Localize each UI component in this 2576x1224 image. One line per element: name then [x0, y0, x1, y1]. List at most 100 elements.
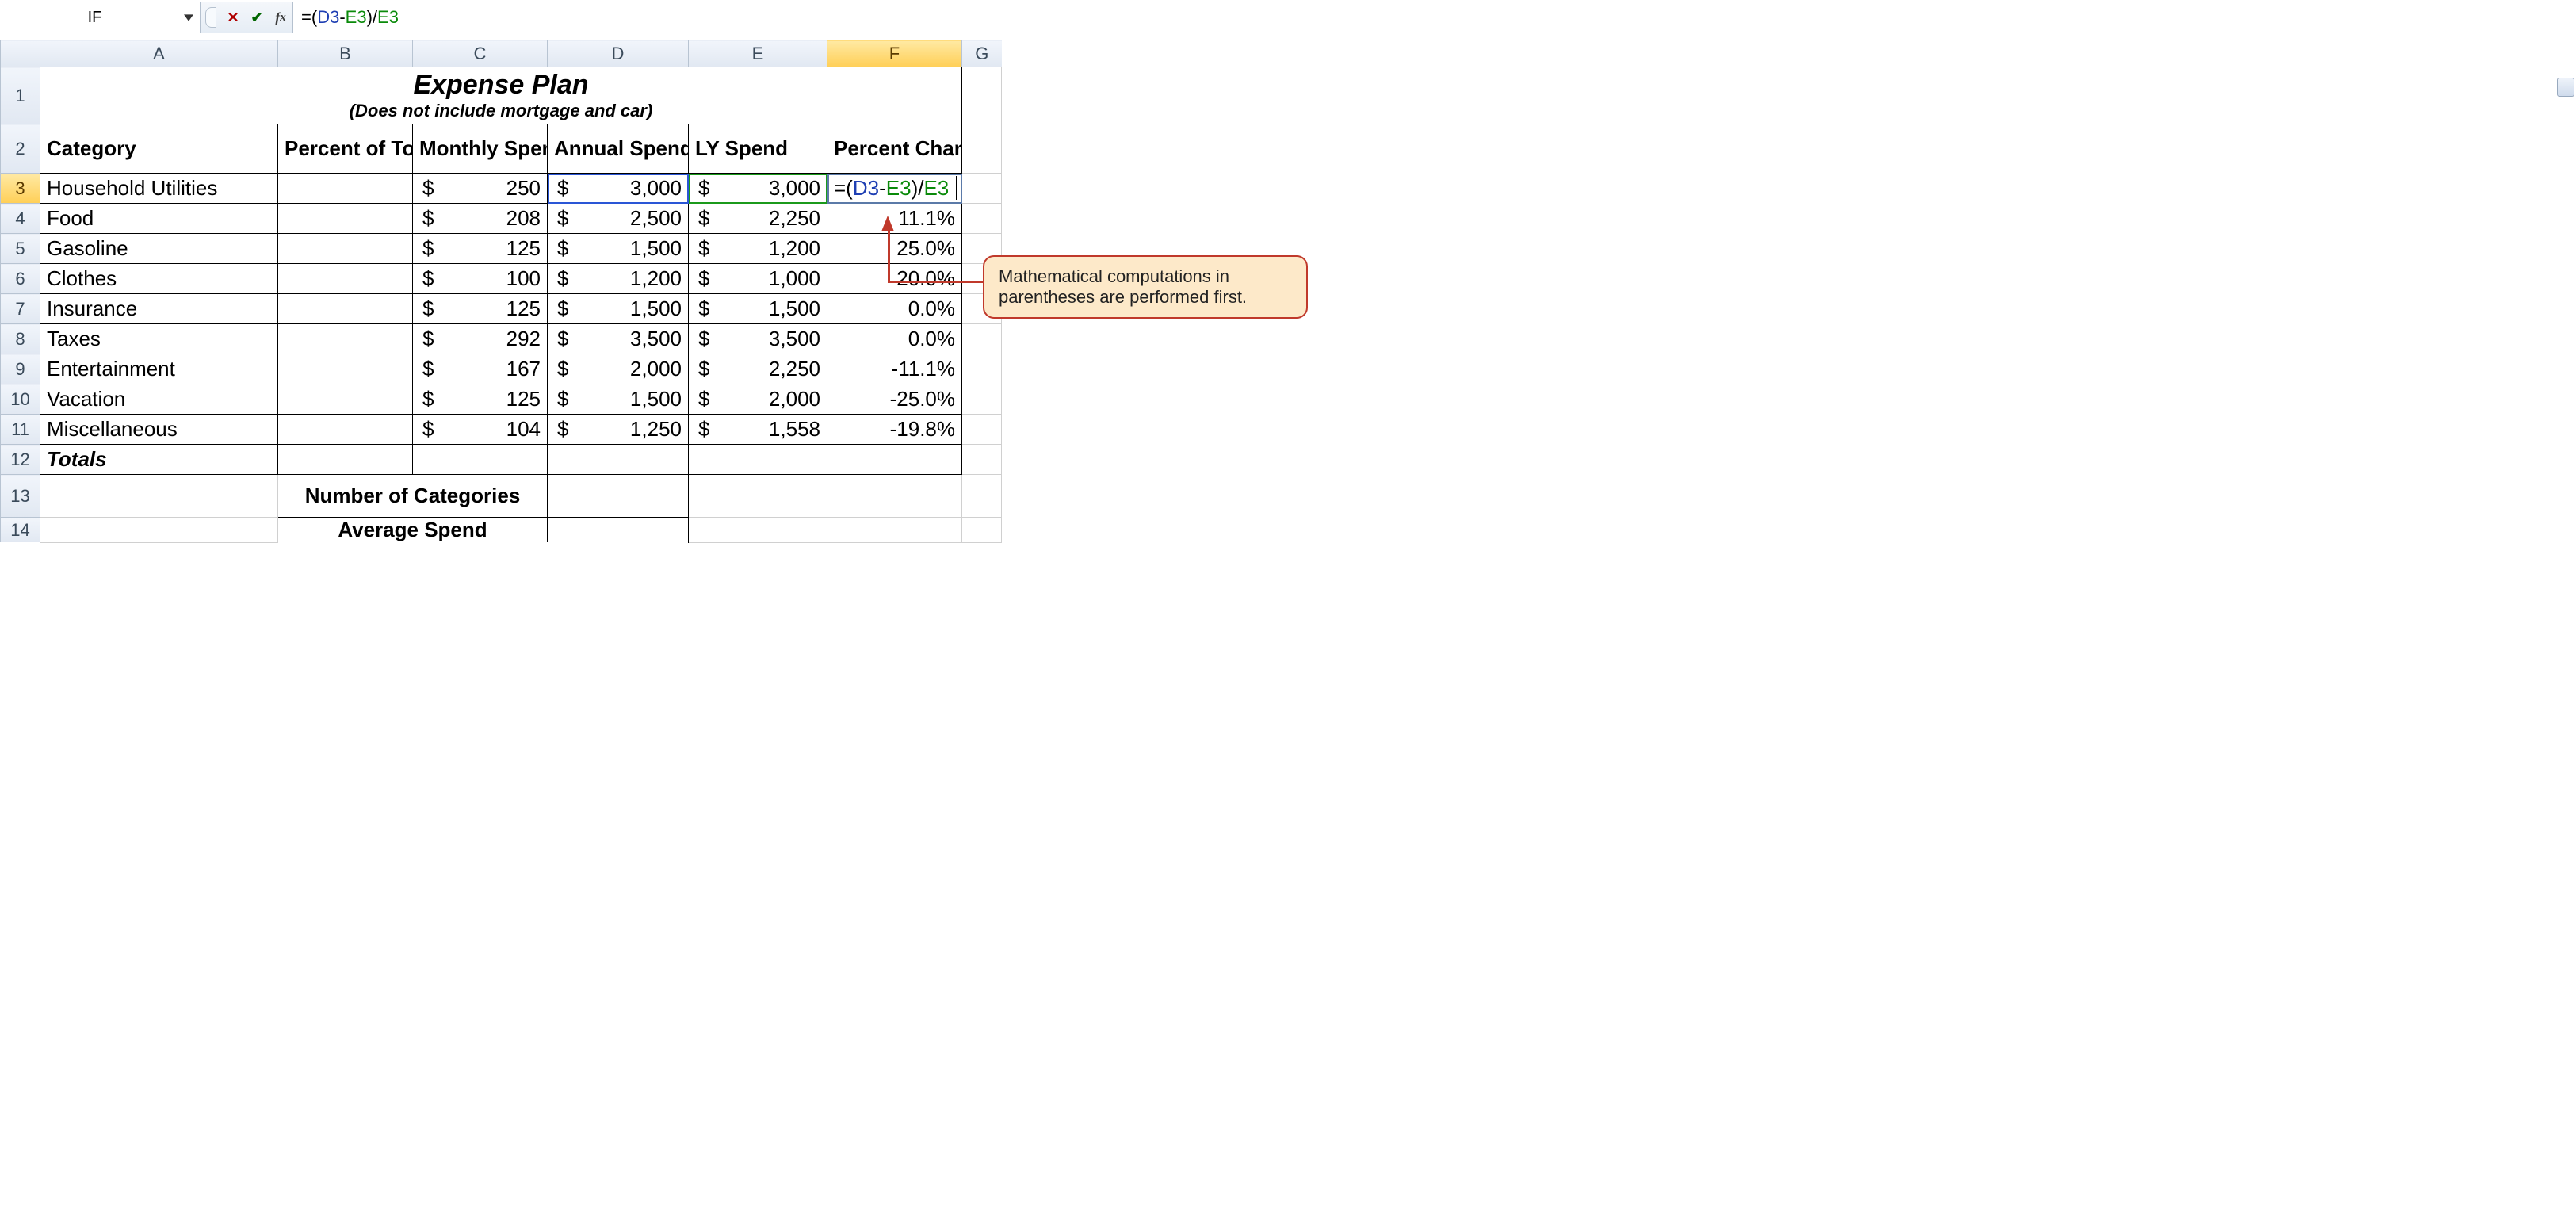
select-all-corner[interactable] — [1, 40, 40, 67]
col-header-g[interactable]: G — [962, 40, 1002, 67]
cell-c9[interactable]: $167 — [413, 354, 548, 384]
cell-c11[interactable]: $104 — [413, 415, 548, 445]
cell-g13[interactable] — [962, 475, 1002, 518]
col-header-e[interactable]: E — [689, 40, 827, 67]
cell-e12[interactable] — [689, 445, 827, 475]
cell-a10[interactable]: Vacation — [40, 384, 278, 415]
cell-e14[interactable] — [689, 518, 827, 543]
cell-f11[interactable]: -19.8% — [827, 415, 962, 445]
cell-f3-editing[interactable]: =(D3-E3)/E3 — [827, 174, 962, 204]
row-header-12[interactable]: 12 — [1, 445, 40, 475]
cell-f9[interactable]: -11.1% — [827, 354, 962, 384]
cell-g1[interactable] — [962, 67, 1002, 124]
cell-b4[interactable] — [278, 204, 413, 234]
row-header-8[interactable]: 8 — [1, 324, 40, 354]
cell-e8[interactable]: $3,500 — [689, 324, 827, 354]
cell-c4[interactable]: $208 — [413, 204, 548, 234]
cell-f12[interactable] — [827, 445, 962, 475]
row-header-3[interactable]: 3 — [1, 174, 40, 204]
cell-a13[interactable] — [40, 475, 278, 518]
cell-f7[interactable]: 0.0% — [827, 294, 962, 324]
number-of-categories-label[interactable]: Number of Categories — [278, 475, 548, 518]
average-spend-label[interactable]: Average Spend — [278, 518, 548, 543]
cell-b5[interactable] — [278, 234, 413, 264]
cell-e9[interactable]: $2,250 — [689, 354, 827, 384]
row-header-2[interactable]: 2 — [1, 124, 40, 174]
cell-a3[interactable]: Household Utilities — [40, 174, 278, 204]
row-header-1[interactable]: 1 — [1, 67, 40, 124]
cell-f6[interactable]: 20.0% — [827, 264, 962, 294]
cell-d10[interactable]: $1,500 — [548, 384, 689, 415]
cell-a7[interactable]: Insurance — [40, 294, 278, 324]
cell-c6[interactable]: $100 — [413, 264, 548, 294]
cell-f14[interactable] — [827, 518, 962, 543]
cell-g11[interactable] — [962, 415, 1002, 445]
cell-e10[interactable]: $2,000 — [689, 384, 827, 415]
cell-b9[interactable] — [278, 354, 413, 384]
insert-function-button[interactable]: fx — [273, 10, 288, 25]
col-header-f[interactable]: F — [827, 40, 962, 67]
row-header-6[interactable]: 6 — [1, 264, 40, 294]
col-header-a[interactable]: A — [40, 40, 278, 67]
header-monthly-spend[interactable]: Monthly Spend — [413, 124, 548, 174]
header-ly-spend[interactable]: LY Spend — [689, 124, 827, 174]
cell-f5[interactable]: 25.0% — [827, 234, 962, 264]
cell-d4[interactable]: $2,500 — [548, 204, 689, 234]
cell-c7[interactable]: $125 — [413, 294, 548, 324]
cell-e13[interactable] — [689, 475, 827, 518]
enter-button[interactable]: ✔ — [250, 10, 264, 25]
cell-a8[interactable]: Taxes — [40, 324, 278, 354]
header-category[interactable]: Category — [40, 124, 278, 174]
header-percent-total[interactable]: Percent of Total — [278, 124, 413, 174]
cell-d6[interactable]: $1,200 — [548, 264, 689, 294]
cell-b6[interactable] — [278, 264, 413, 294]
cell-e4[interactable]: $2,250 — [689, 204, 827, 234]
cell-f4[interactable]: 11.1% — [827, 204, 962, 234]
row-header-7[interactable]: 7 — [1, 294, 40, 324]
cell-b8[interactable] — [278, 324, 413, 354]
row-header-14[interactable]: 14 — [1, 518, 40, 543]
cell-b12[interactable] — [278, 445, 413, 475]
name-box-dropdown-icon[interactable] — [182, 11, 195, 24]
cell-a14[interactable] — [40, 518, 278, 543]
cell-e6[interactable]: $1,000 — [689, 264, 827, 294]
title-cell[interactable]: Expense Plan (Does not include mortgage … — [40, 67, 962, 124]
cell-a9[interactable]: Entertainment — [40, 354, 278, 384]
cell-f13[interactable] — [827, 475, 962, 518]
cell-b10[interactable] — [278, 384, 413, 415]
cell-e11[interactable]: $1,558 — [689, 415, 827, 445]
cell-b7[interactable] — [278, 294, 413, 324]
row-header-4[interactable]: 4 — [1, 204, 40, 234]
cell-a12-totals[interactable]: Totals — [40, 445, 278, 475]
cell-d13[interactable] — [548, 475, 689, 518]
row-header-13[interactable]: 13 — [1, 475, 40, 518]
cell-g3[interactable] — [962, 174, 1002, 204]
row-header-5[interactable]: 5 — [1, 234, 40, 264]
row-header-11[interactable]: 11 — [1, 415, 40, 445]
header-annual-spend[interactable]: Annual Spend — [548, 124, 689, 174]
cell-g4[interactable] — [962, 204, 1002, 234]
header-percent-change[interactable]: Percent Change — [827, 124, 962, 174]
cell-f8[interactable]: 0.0% — [827, 324, 962, 354]
vertical-scroll-up-button[interactable] — [2557, 78, 2574, 97]
name-box[interactable]: IF — [2, 2, 201, 33]
cell-d14[interactable] — [548, 518, 689, 543]
cell-g10[interactable] — [962, 384, 1002, 415]
cell-a6[interactable]: Clothes — [40, 264, 278, 294]
cell-a5[interactable]: Gasoline — [40, 234, 278, 264]
cell-d5[interactable]: $1,500 — [548, 234, 689, 264]
cell-e3[interactable]: $3,000 — [689, 174, 827, 204]
cell-b3[interactable] — [278, 174, 413, 204]
cell-g9[interactable] — [962, 354, 1002, 384]
cell-d3[interactable]: $3,000 — [548, 174, 689, 204]
row-header-10[interactable]: 10 — [1, 384, 40, 415]
cell-d9[interactable]: $2,000 — [548, 354, 689, 384]
cell-d8[interactable]: $3,500 — [548, 324, 689, 354]
cell-c12[interactable] — [413, 445, 548, 475]
col-header-d[interactable]: D — [548, 40, 689, 67]
cell-d7[interactable]: $1,500 — [548, 294, 689, 324]
cell-d11[interactable]: $1,250 — [548, 415, 689, 445]
col-header-b[interactable]: B — [278, 40, 413, 67]
cell-f10[interactable]: -25.0% — [827, 384, 962, 415]
cancel-button[interactable]: ✕ — [226, 10, 240, 25]
